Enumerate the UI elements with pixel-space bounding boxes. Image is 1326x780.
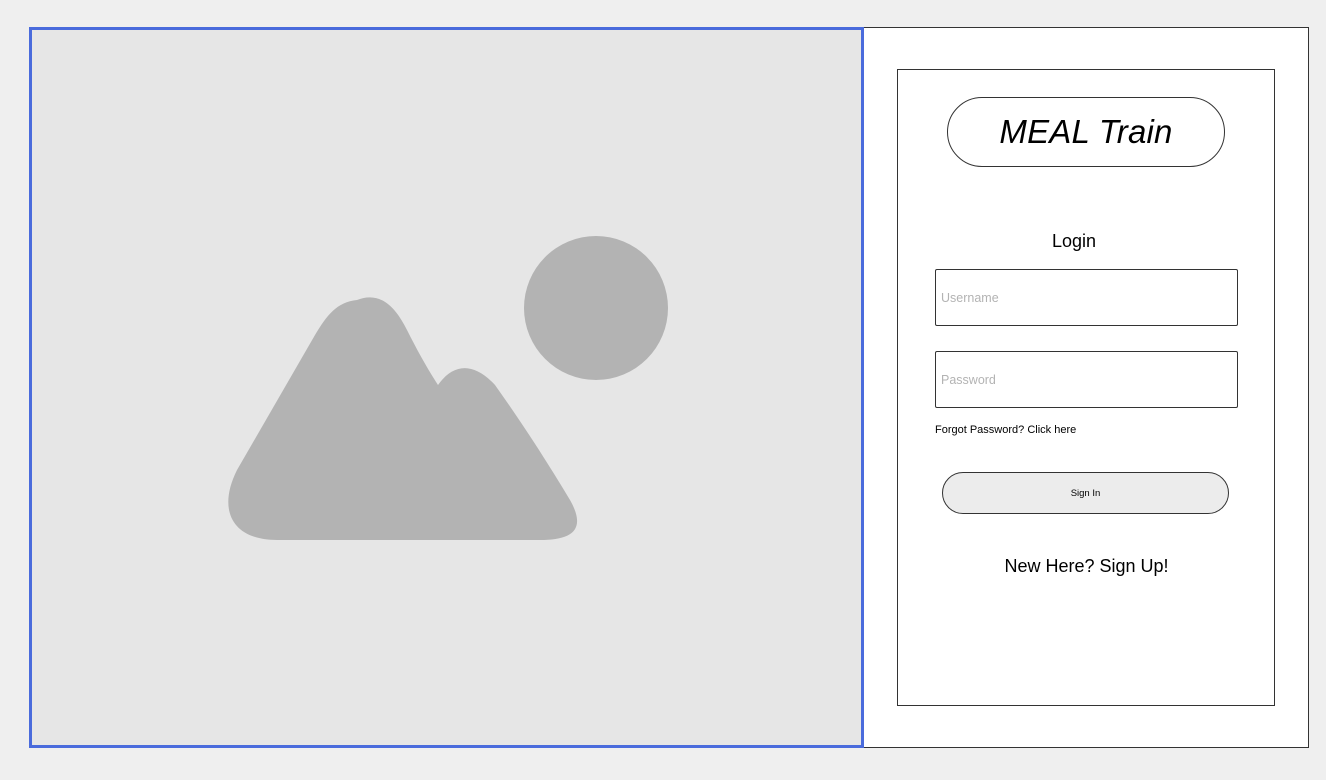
sign-in-button[interactable]: Sign In xyxy=(942,472,1229,514)
password-input[interactable] xyxy=(935,351,1238,408)
app-logo: MEAL Train xyxy=(947,97,1225,167)
username-input[interactable] xyxy=(935,269,1238,326)
login-heading: Login xyxy=(1051,231,1097,251)
sign-up-link[interactable]: New Here? Sign Up! xyxy=(935,556,1238,577)
image-placeholder-icon xyxy=(228,236,668,540)
hero-image-placeholder[interactable] xyxy=(29,27,864,748)
app-logo-text: MEAL Train xyxy=(999,113,1173,150)
forgot-password-link[interactable]: Forgot Password? Click here xyxy=(935,424,1076,436)
